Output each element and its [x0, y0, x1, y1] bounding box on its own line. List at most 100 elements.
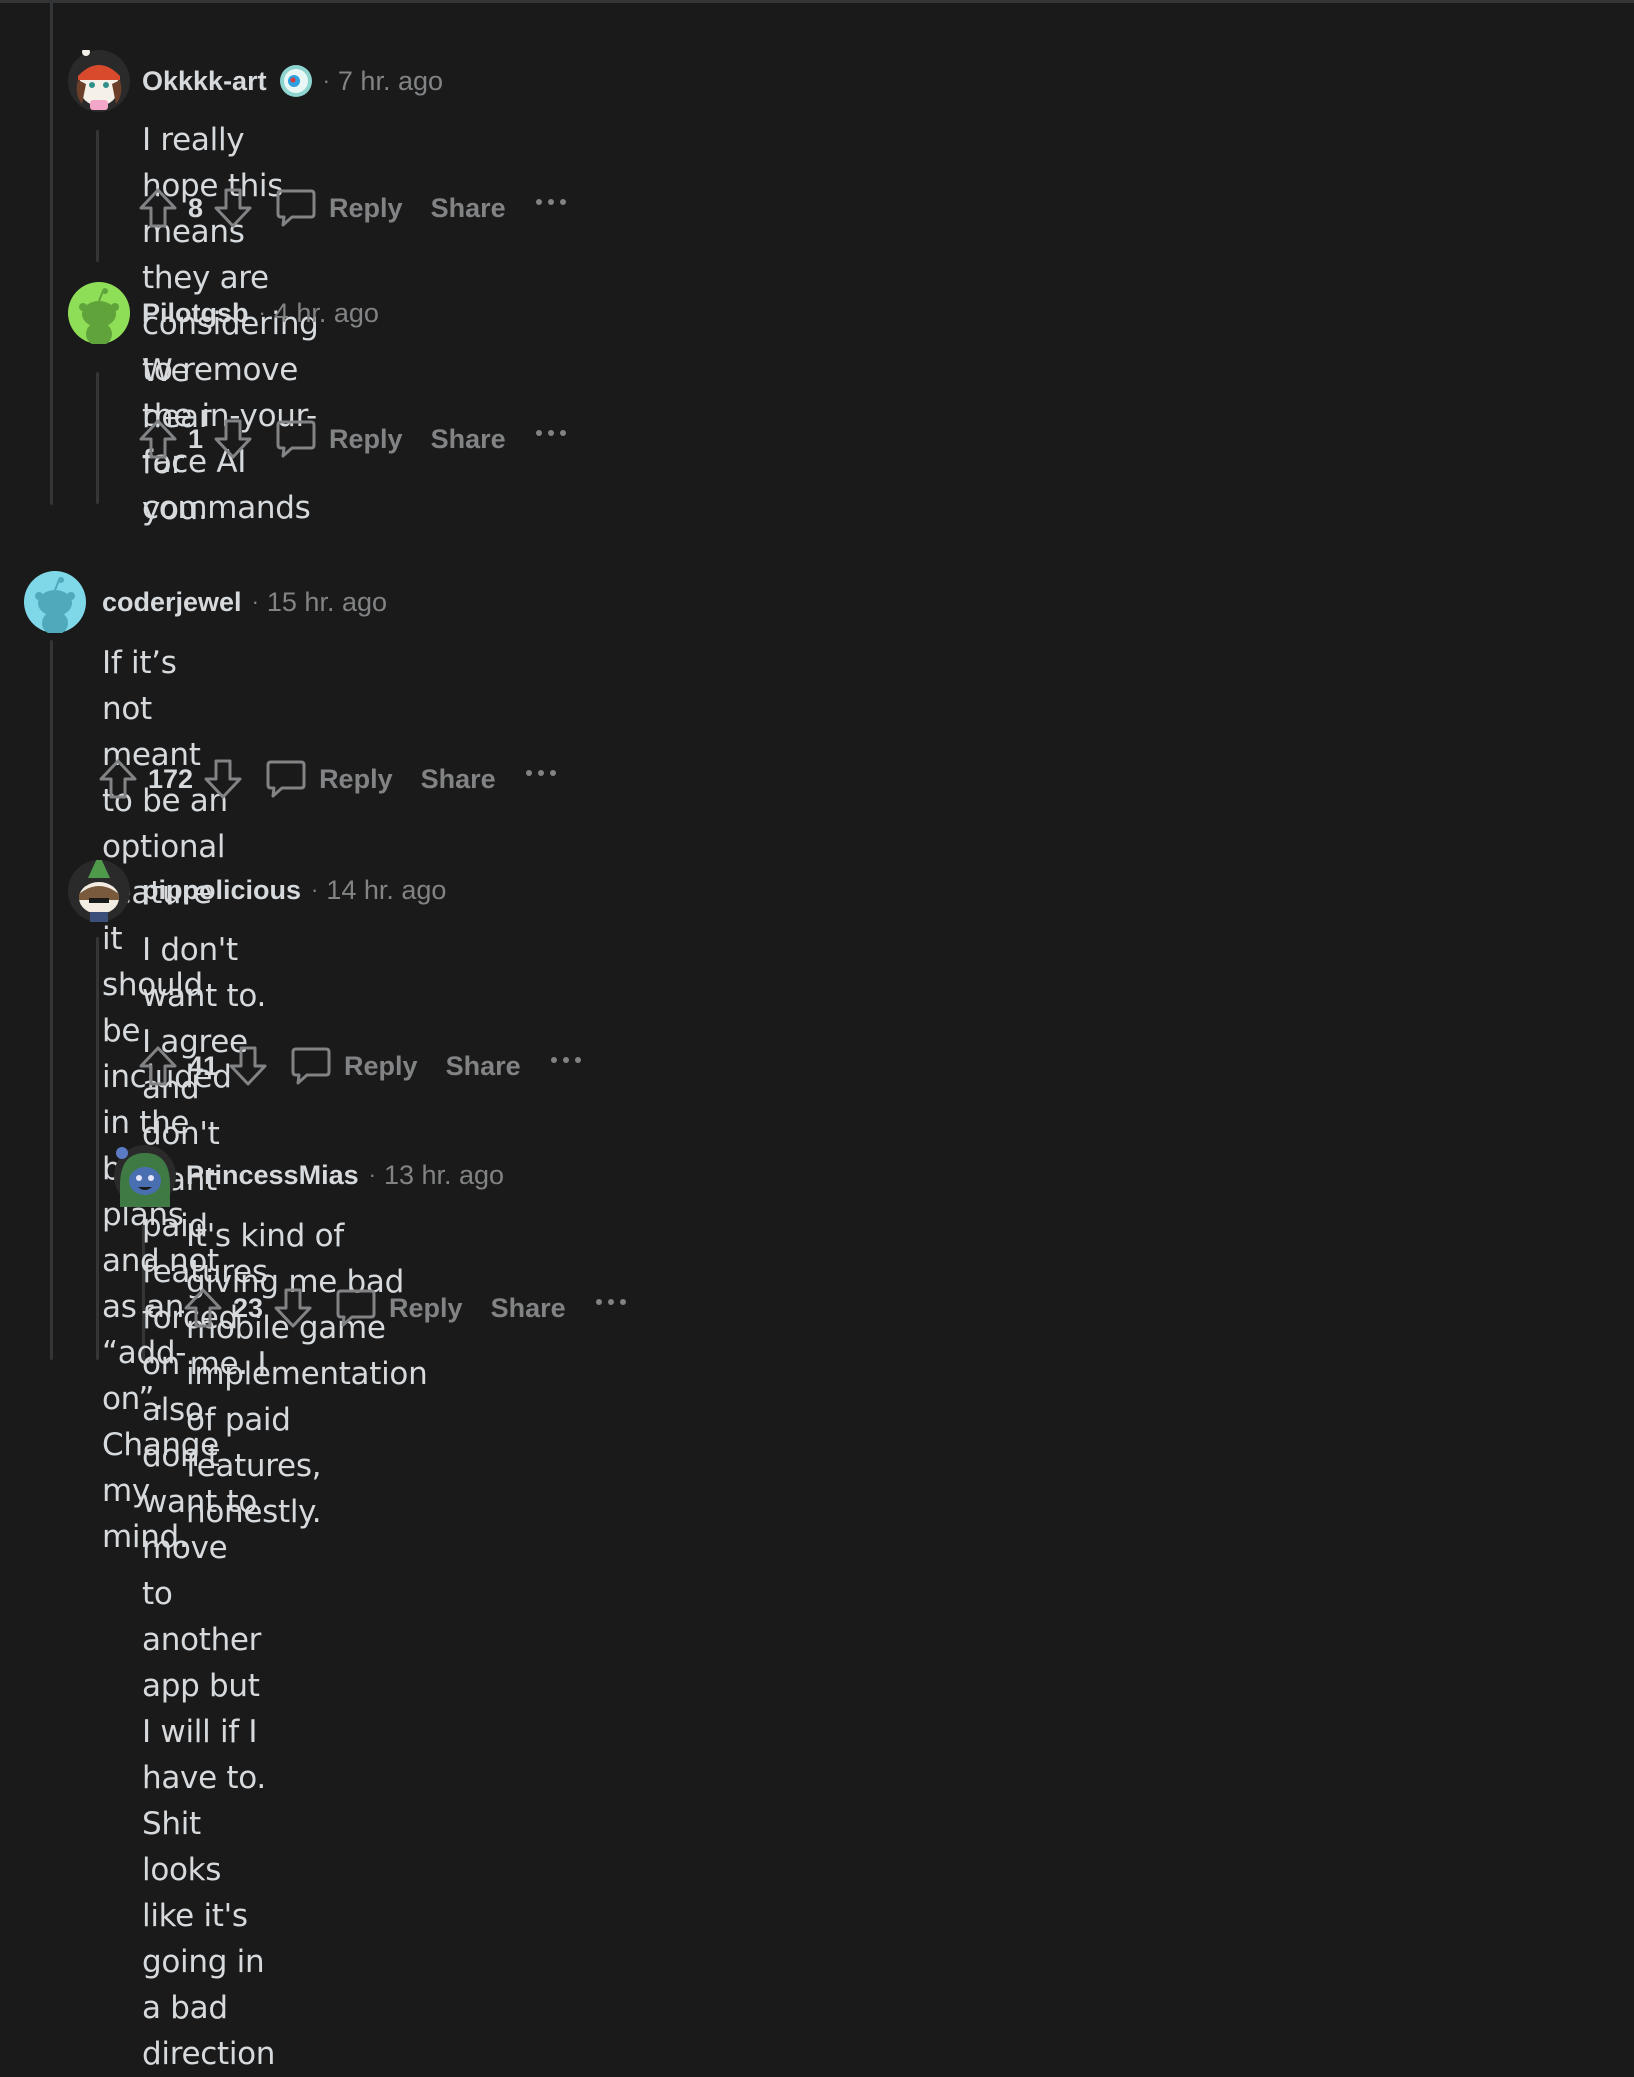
meta-separator: · — [258, 300, 266, 325]
reply-label: Reply — [319, 763, 393, 794]
more-options-button[interactable] — [550, 1042, 587, 1090]
comment-body: It's kind of giving me bad mobile game i… — [186, 1218, 428, 1530]
dot-icon — [525, 770, 532, 776]
downvote-button[interactable] — [201, 755, 245, 803]
share-button[interactable]: Share — [421, 764, 496, 795]
downvote-arrow-icon — [274, 1288, 312, 1328]
meta-separator: · — [368, 1162, 376, 1187]
timestamp[interactable]: 4 hr. ago — [274, 298, 379, 329]
reply-label: Reply — [344, 1050, 418, 1081]
upvote-arrow-icon — [99, 759, 137, 799]
reply-label: Reply — [329, 423, 403, 454]
comment-bubble-icon — [266, 760, 306, 798]
dot-icon — [537, 770, 544, 776]
meta-separator: · — [322, 68, 330, 93]
more-options-button[interactable] — [595, 1284, 632, 1332]
avatar[interactable] — [114, 1145, 176, 1207]
vote-score: 1 — [188, 423, 204, 454]
snoo-avatar-green-icon — [68, 282, 130, 344]
comment-actions: 23 Reply Share — [181, 1284, 632, 1332]
thread-line-level1[interactable] — [50, 0, 53, 505]
more-options-button[interactable] — [535, 415, 572, 463]
vote-score: 23 — [233, 1292, 264, 1323]
downvote-button[interactable] — [226, 1042, 270, 1090]
avatar[interactable] — [68, 50, 130, 112]
thread-line-pilotgsb[interactable] — [96, 372, 99, 504]
upvote-button[interactable] — [96, 755, 140, 803]
dot-icon — [547, 199, 554, 205]
share-button[interactable]: Share — [431, 193, 506, 224]
downvote-arrow-icon — [214, 188, 252, 228]
upvote-button[interactable] — [136, 415, 180, 463]
thread-line-pippolicious[interactable] — [96, 937, 99, 1360]
snoo-avatar-cyan-icon — [24, 571, 86, 633]
thread-line-okkkk[interactable] — [96, 130, 99, 262]
dot-icon — [535, 430, 542, 436]
vote-score: 8 — [188, 192, 204, 223]
downvote-button[interactable] — [271, 1284, 315, 1332]
dot-icon — [562, 1057, 569, 1063]
username[interactable]: Okkkk-art — [142, 66, 267, 97]
vote-score: 172 — [148, 763, 194, 794]
reply-button[interactable]: Reply — [265, 758, 393, 800]
upvote-button[interactable] — [136, 184, 180, 232]
meta-separator: · — [311, 877, 319, 902]
dot-icon — [619, 1299, 626, 1305]
comment-bubble-icon — [336, 1289, 376, 1327]
meta-separator: · — [251, 589, 259, 614]
avatar[interactable] — [68, 282, 130, 344]
downvote-button[interactable] — [211, 184, 255, 232]
reply-button[interactable]: Reply — [290, 1045, 418, 1087]
username[interactable]: PrincessMias — [186, 1160, 359, 1191]
more-options-button[interactable] — [535, 184, 572, 232]
reply-button[interactable]: Reply — [275, 187, 403, 229]
upvote-arrow-icon — [184, 1288, 222, 1328]
timestamp[interactable]: 15 hr. ago — [267, 587, 387, 618]
comment-actions: 1 Reply Share — [136, 415, 572, 463]
upvote-arrow-icon — [139, 1046, 177, 1086]
vote-score: 41 — [188, 1050, 219, 1081]
share-button[interactable]: Share — [431, 424, 506, 455]
dot-icon — [535, 199, 542, 205]
timestamp[interactable]: 14 hr. ago — [326, 875, 446, 906]
reply-button[interactable]: Reply — [335, 1287, 463, 1329]
upvote-arrow-icon — [139, 419, 177, 459]
upvote-button[interactable] — [136, 1042, 180, 1090]
timestamp[interactable]: 7 hr. ago — [338, 66, 443, 97]
thread-line-coderjewel[interactable] — [50, 640, 53, 1360]
downvote-button[interactable] — [211, 415, 255, 463]
timestamp[interactable]: 13 hr. ago — [384, 1160, 504, 1191]
username[interactable]: coderjewel — [102, 587, 242, 618]
comment-bubble-icon — [276, 420, 316, 458]
dot-icon — [559, 199, 566, 205]
dot-icon — [595, 1299, 602, 1305]
snoo-avatar-tree-hat-icon — [68, 860, 130, 922]
username[interactable]: pippolicious — [142, 875, 301, 906]
comment-actions: 41 Reply Share — [136, 1042, 587, 1090]
snoo-avatar-green-hood-icon — [114, 1145, 176, 1207]
downvote-arrow-icon — [214, 419, 252, 459]
dot-icon — [607, 1299, 614, 1305]
dot-icon — [547, 430, 554, 436]
upvote-button[interactable] — [181, 1284, 225, 1332]
share-button[interactable]: Share — [446, 1051, 521, 1082]
share-button[interactable]: Share — [491, 1293, 566, 1324]
top-divider — [0, 0, 1634, 3]
upvote-arrow-icon — [139, 188, 177, 228]
dot-icon — [550, 1057, 557, 1063]
reply-label: Reply — [389, 1292, 463, 1323]
avatar[interactable] — [24, 571, 86, 633]
eye-flair-icon — [279, 64, 313, 98]
more-options-button[interactable] — [525, 755, 562, 803]
comment-actions: 8 Reply Share — [136, 184, 572, 232]
reply-label: Reply — [329, 192, 403, 223]
reply-button[interactable]: Reply — [275, 418, 403, 460]
comment-bubble-icon — [276, 189, 316, 227]
comment-bubble-icon — [291, 1047, 331, 1085]
comment-body-line: to another app but I will if I have to. … — [142, 1576, 276, 2072]
username[interactable]: Pilotgsb — [142, 298, 249, 329]
downvote-arrow-icon — [229, 1046, 267, 1086]
snoo-avatar-redhat-icon — [68, 50, 130, 112]
avatar[interactable] — [68, 860, 130, 922]
downvote-arrow-icon — [204, 759, 242, 799]
